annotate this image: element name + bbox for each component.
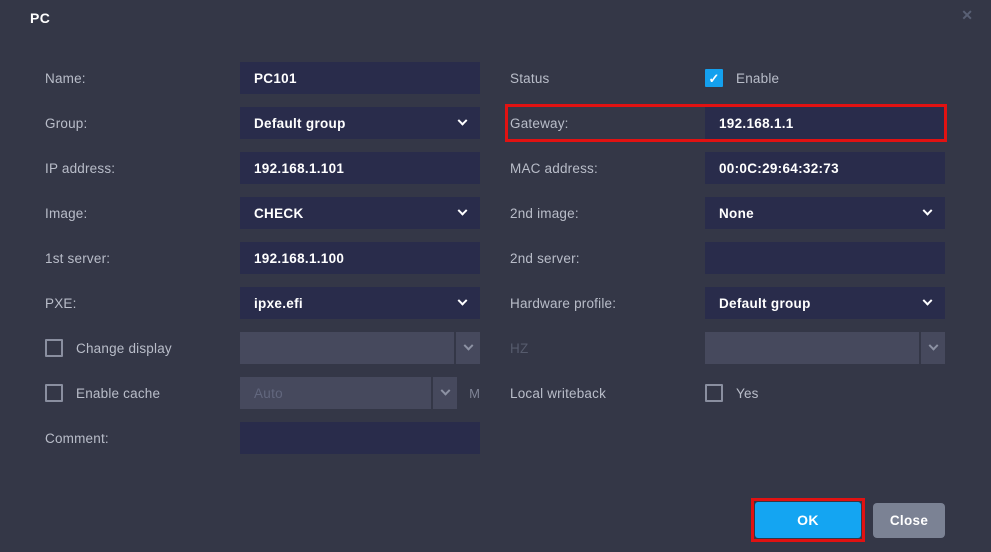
comment-input[interactable] <box>240 422 480 454</box>
first-server-label: 1st server: <box>45 251 240 266</box>
hz-label: HZ <box>510 341 705 356</box>
local-writeback-row: Local writeback Yes <box>510 377 945 409</box>
chevron-down-icon <box>458 115 468 125</box>
second-image-select[interactable]: None <box>705 197 945 229</box>
change-display-label: Change display <box>76 341 172 356</box>
hz-select-disabled <box>705 332 945 364</box>
pc-form: Name: Group: Default group IP address: I… <box>45 62 945 467</box>
second-server-input[interactable] <box>705 242 945 274</box>
chevron-down-icon <box>923 205 933 215</box>
cache-size-placeholder: Auto <box>240 377 431 409</box>
dialog-footer: OK Close <box>755 502 945 538</box>
group-select-value: Default group <box>254 116 346 131</box>
mac-address-input[interactable] <box>705 152 945 184</box>
second-server-label: 2nd server: <box>510 251 705 266</box>
local-writeback-checkbox-label: Yes <box>736 386 759 401</box>
change-display-row: Change display <box>45 332 480 364</box>
hardware-profile-label: Hardware profile: <box>510 296 705 311</box>
comment-row: Comment: <box>45 422 480 454</box>
enable-cache-row: Enable cache Auto M <box>45 377 480 409</box>
change-display-checkbox[interactable] <box>45 339 63 357</box>
change-display-select-value <box>240 332 454 364</box>
status-checkbox-label: Enable <box>736 71 779 86</box>
image-select-value: CHECK <box>254 206 304 221</box>
gateway-input[interactable] <box>705 107 945 139</box>
change-display-label-area: Change display <box>45 339 240 357</box>
pxe-row: PXE: ipxe.efi <box>45 287 480 319</box>
hardware-profile-row: Hardware profile: Default group <box>510 287 945 319</box>
ip-address-label: IP address: <box>45 161 240 176</box>
first-server-input[interactable] <box>240 242 480 274</box>
chevron-down-icon <box>458 295 468 305</box>
close-icon[interactable]: ✕ <box>961 7 973 24</box>
image-row: Image: CHECK <box>45 197 480 229</box>
chevron-down-icon <box>458 205 468 215</box>
gateway-label: Gateway: <box>510 116 705 131</box>
name-label: Name: <box>45 71 240 86</box>
second-image-label: 2nd image: <box>510 206 705 221</box>
pc-dialog: PC ✕ Name: Group: Default group IP addre… <box>0 0 991 552</box>
group-label: Group: <box>45 116 240 131</box>
ok-button-wrap: OK <box>755 502 861 538</box>
ok-button[interactable]: OK <box>755 502 861 538</box>
pxe-label: PXE: <box>45 296 240 311</box>
second-image-select-value: None <box>719 206 754 221</box>
group-row: Group: Default group <box>45 107 480 139</box>
form-right-column: Status ✓ Enable Gateway: MAC address: 2n… <box>510 62 945 467</box>
mac-address-row: MAC address: <box>510 152 945 184</box>
name-row: Name: <box>45 62 480 94</box>
name-input[interactable] <box>240 62 480 94</box>
check-icon: ✓ <box>709 72 720 85</box>
group-select[interactable]: Default group <box>240 107 480 139</box>
image-label: Image: <box>45 206 240 221</box>
chevron-down-icon <box>919 332 945 364</box>
cache-size-select-disabled: Auto <box>240 377 457 409</box>
second-server-row: 2nd server: <box>510 242 945 274</box>
hardware-profile-select[interactable]: Default group <box>705 287 945 319</box>
ip-address-input[interactable] <box>240 152 480 184</box>
second-image-row: 2nd image: None <box>510 197 945 229</box>
hardware-profile-select-value: Default group <box>719 296 811 311</box>
status-enable-checkbox[interactable]: ✓ <box>705 69 723 87</box>
first-server-row: 1st server: <box>45 242 480 274</box>
enable-cache-label: Enable cache <box>76 386 160 401</box>
pxe-select-value: ipxe.efi <box>254 296 303 311</box>
hz-row: HZ <box>510 332 945 364</box>
change-display-select-disabled <box>240 332 480 364</box>
chevron-down-icon <box>923 295 933 305</box>
enable-cache-label-area: Enable cache <box>45 384 240 402</box>
close-button[interactable]: Close <box>873 503 945 538</box>
gateway-row: Gateway: <box>510 107 945 139</box>
status-label: Status <box>510 71 705 86</box>
dialog-title: PC <box>30 10 50 26</box>
enable-cache-checkbox[interactable] <box>45 384 63 402</box>
status-row: Status ✓ Enable <box>510 62 945 94</box>
local-writeback-checkbox[interactable] <box>705 384 723 402</box>
comment-label: Comment: <box>45 431 240 446</box>
image-select[interactable]: CHECK <box>240 197 480 229</box>
pxe-select[interactable]: ipxe.efi <box>240 287 480 319</box>
form-left-column: Name: Group: Default group IP address: I… <box>45 62 480 467</box>
mac-address-label: MAC address: <box>510 161 705 176</box>
ip-address-row: IP address: <box>45 152 480 184</box>
cache-unit-label: M <box>469 386 480 401</box>
chevron-down-icon <box>431 377 457 409</box>
local-writeback-label: Local writeback <box>510 386 705 401</box>
chevron-down-icon <box>454 332 480 364</box>
hz-select-value <box>705 332 919 364</box>
